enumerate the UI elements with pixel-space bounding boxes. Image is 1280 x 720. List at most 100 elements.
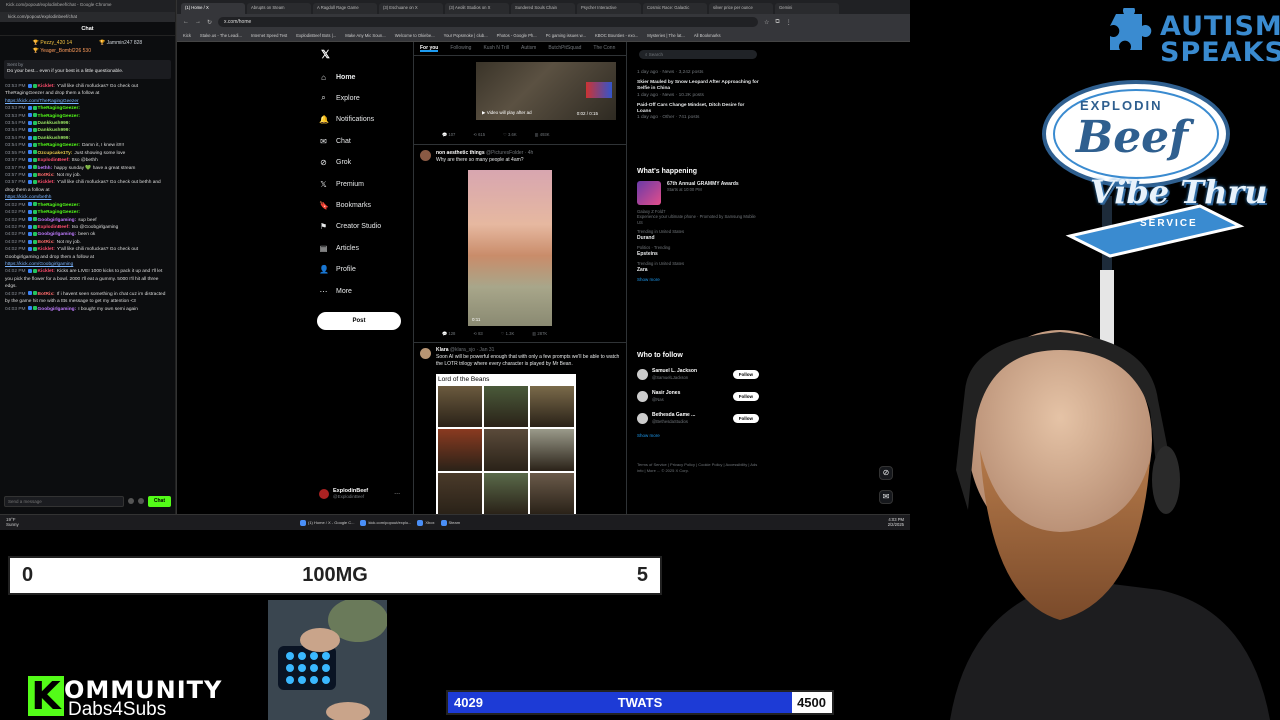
chat-message[interactable]: 04:02 PM Goobgirlgaming: sup beef (5, 217, 170, 224)
bookmark-item[interactable]: Make Any Mic Soun... (345, 33, 386, 38)
avatar[interactable] (420, 348, 431, 359)
chat-username[interactable]: TheRagingGeezer: (38, 106, 80, 111)
star-icon[interactable]: ☆ (764, 19, 769, 26)
post3-image[interactable]: Lord of the Beans (436, 374, 576, 514)
chat-message[interactable]: 03:57 PM Kicklet: Y'all like chili mofucka… (5, 179, 170, 201)
chat-message[interactable]: 04:02 PM BotRix: If i havent seen somethin… (5, 291, 170, 306)
bookmark-item[interactable]: Photos - Google Ph... (497, 33, 537, 38)
reply-icon[interactable]: 💬 107 (442, 132, 455, 138)
chat-message[interactable]: 04:02 PM TheRagingGeezer: (5, 209, 170, 216)
timeline-tab[interactable]: Autism (521, 45, 536, 52)
like-icon[interactable]: ♡ 3.6K (503, 132, 517, 138)
taskbar-app[interactable]: Steam (440, 519, 460, 526)
chat-send-button[interactable]: Chat (147, 495, 171, 507)
bookmark-item[interactable]: Kick (183, 33, 191, 38)
chat-username[interactable]: TheRagingGeezer: (38, 143, 80, 148)
trend-item[interactable]: Trending in United States Durand (637, 229, 759, 241)
chat-username[interactable]: BotRix: (38, 240, 55, 245)
chat-url[interactable]: kick.com/popout/explodinbeef/chat (0, 12, 175, 22)
chat-username[interactable]: TheRagingGeezer: (38, 210, 80, 215)
chat-username[interactable]: TheRagingGeezer: (38, 114, 80, 119)
views-icon[interactable]: ▥ 493K (535, 132, 550, 138)
timeline-tab[interactable]: For you (420, 45, 439, 52)
nav-more[interactable]: ⋯ More (319, 284, 352, 298)
bookmark-item[interactable]: All Bookmarks (694, 33, 721, 38)
bookmark-item[interactable]: Pc gaming issues w... (546, 33, 586, 38)
chat-username[interactable]: BotRix: (38, 292, 55, 297)
nav-grok[interactable]: ⊘ Grok (319, 156, 351, 170)
chat-messages[interactable]: 03:53 PM Kicklet: Y'all like chili mofucka… (0, 81, 175, 315)
search-input[interactable]: ⌕ Search (639, 50, 757, 59)
messages-icon[interactable]: ✉ (879, 490, 893, 504)
bookmark-item[interactable]: Your Popsmoke | club... (444, 33, 488, 38)
chat-message-input[interactable] (4, 495, 124, 507)
chat-message[interactable]: 04:02 PM Goobgirlgaming: been ok (5, 231, 170, 238)
follow-suggestion[interactable]: Nasir Jones @Nas Follow (637, 385, 759, 407)
chat-username[interactable]: TheRagingGeezer: (38, 203, 80, 208)
nav-articles[interactable]: ▤ Articles (319, 241, 359, 255)
chat-username[interactable]: Dankkush999: (38, 136, 71, 141)
trend-item[interactable]: Politics · Trending Epsteins (637, 245, 759, 257)
bookmark-item[interactable]: ExplodinBeef Bots |... (296, 33, 336, 38)
chat-message[interactable]: 03:57 PM BotRix: Not my job. (5, 172, 170, 179)
nav-explore[interactable]: ⌕ Explore (319, 91, 359, 105)
nav-premium[interactable]: 𝕏 Premium (319, 177, 364, 191)
bookmark-item[interactable]: Welcome to Okiebe... (395, 33, 435, 38)
chat-message[interactable]: 03:53 PM Kicklet: Y'all like chili mofucka… (5, 83, 170, 105)
chat-message[interactable]: 04:02 PM TheRagingGeezer: (5, 202, 170, 209)
chat-message[interactable]: 04:02 PM Kicklet: Y'all like chili mofucka… (5, 246, 170, 268)
timeline-tab[interactable]: The Conn (593, 45, 615, 52)
follow-button[interactable]: Follow (732, 369, 759, 379)
news-item[interactable]: 1 day ago · News · 3,242 posts (637, 70, 759, 76)
browser-tab[interactable]: silver price per ounce (709, 3, 773, 14)
event-card[interactable]: 67th Annual GRAMMY Awards Starts at 10:0… (637, 181, 759, 205)
news-item[interactable]: Skier Mauled by Snow Leopard After Appro… (637, 80, 759, 99)
chat-username[interactable]: ExplodinBeef: (38, 158, 70, 163)
reply-icon[interactable]: 💬 128 (442, 331, 455, 337)
bookmark-item[interactable]: Stake.us - The Leadi... (200, 33, 242, 38)
forward-icon[interactable]: → (195, 19, 201, 25)
bookmark-item[interactable]: Internet Speed Test (251, 33, 287, 38)
bookmark-item[interactable]: KBOC Bounties - exo... (595, 33, 638, 38)
chat-username[interactable]: Goobgirlgaming: (38, 218, 77, 223)
like-icon[interactable]: ♡ 1.3K (501, 331, 515, 337)
nav-home[interactable]: ⌂ Home (319, 70, 355, 84)
browser-tab[interactable]: Psycher Interactive (577, 3, 641, 14)
post1-video[interactable]: ▶ Video will play after ad 0:02 / 0:15 (476, 62, 616, 120)
chat-username[interactable]: Dankkush999: (38, 121, 71, 126)
avatar[interactable] (420, 150, 431, 161)
browser-tab[interactable]: (3) Eschuane on X (379, 3, 443, 14)
nav-bookmarks[interactable]: 🔖 Bookmarks (319, 198, 371, 212)
chat-link[interactable]: https://kick.com/Goobgirlgaming (5, 262, 73, 267)
follow-suggestion[interactable]: Samuel L. Jackson @SamuelLJackson Follow (637, 363, 759, 385)
chat-message[interactable]: 04:03 PM Goobgirlgaming: I bought my own s… (5, 306, 170, 313)
chat-username[interactable]: ExplodinBeef: (38, 225, 70, 230)
post2-video[interactable]: 0:11 (468, 170, 552, 326)
chat-message[interactable]: 03:54 PM Dankkush999: (5, 127, 170, 134)
chat-message[interactable]: 03:54 PM Dankkush999: (5, 135, 170, 142)
url-input[interactable] (218, 17, 759, 27)
menu-icon[interactable]: ⋮ (786, 19, 792, 26)
news-item[interactable]: Paid-Off Cars Change Mindset, Ditch Desi… (637, 103, 759, 122)
back-icon[interactable]: ← (183, 19, 189, 25)
grok-icon[interactable]: ⊘ (879, 466, 893, 480)
timeline-tab[interactable]: ButchPitSquad (548, 45, 581, 52)
chat-username[interactable]: BotRix: (38, 173, 55, 178)
chat-link[interactable]: https://kick.com/TheRagingGeezer (5, 99, 79, 104)
show-more-link[interactable]: Show more (637, 433, 759, 438)
nav-chat[interactable]: ✉ Chat (319, 134, 351, 148)
trend-item[interactable]: Galaxy Z Fold7 Experience your ultimate p… (637, 209, 759, 225)
nav-profile[interactable]: 👤 Profile (319, 263, 356, 277)
chat-username[interactable]: Kicklet: (38, 180, 55, 185)
chat-username[interactable]: Dankkush999: (38, 128, 71, 133)
chat-message[interactable]: 03:54 PM Dankkush999: (5, 120, 170, 127)
pinned-message[interactable]: Sent by Do your best... even if your bes… (4, 60, 171, 79)
browser-tab[interactable]: Sundered Souls Chain (511, 3, 575, 14)
browser-tab[interactable]: Abrupts on Steam (247, 3, 311, 14)
weather-widget[interactable]: 19°F Sunny (0, 517, 300, 528)
more-icon[interactable]: ··· (394, 491, 400, 497)
chat-message[interactable]: 04:02 PM BotRix: Not my job. (5, 239, 170, 246)
post-button[interactable]: Post (317, 312, 401, 330)
chat-message[interactable]: 04:02 PM Kicklet: Kicks are LIVE! 1000 kic… (5, 268, 170, 290)
taskbar-app[interactable]: (1) Home / X - Google C... (300, 519, 354, 526)
